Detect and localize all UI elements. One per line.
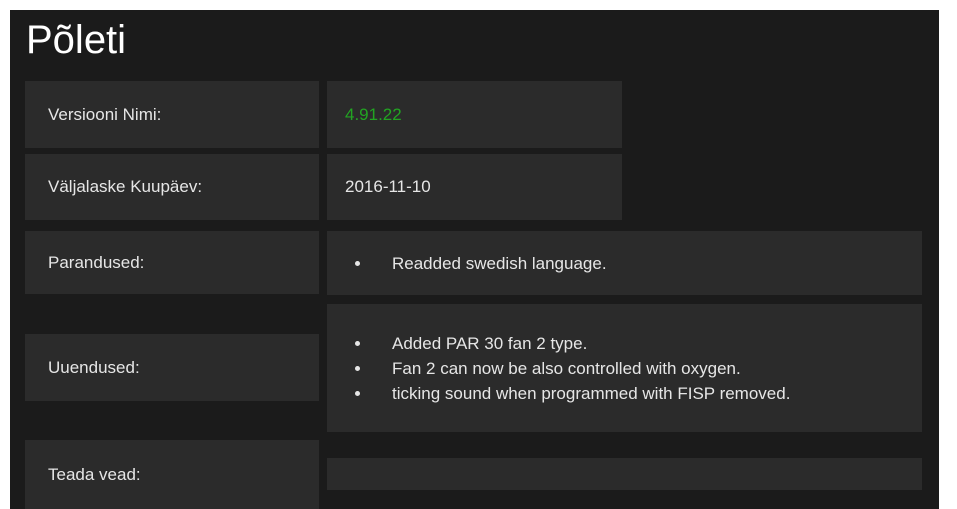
fixes-value: Readded swedish language. [327, 231, 922, 295]
list-item: ticking sound when programmed with FISP … [349, 381, 790, 406]
updates-list: Added PAR 30 fan 2 type. Fan 2 can now b… [349, 331, 790, 406]
list-item: Fan 2 can now be also controlled with ox… [349, 356, 790, 381]
fixes-list: Readded swedish language. [349, 251, 607, 276]
page-title: Põleti [26, 18, 127, 62]
version-label: Versiooni Nimi: [25, 81, 319, 148]
release-date-label: Väljalaske Kuupäev: [25, 154, 319, 220]
bullet-icon [355, 390, 360, 396]
version-value: 4.91.22 [327, 81, 622, 148]
updates-label: Uuendused: [25, 334, 319, 401]
known-bugs-value [327, 458, 922, 490]
release-date-value: 2016-11-10 [327, 154, 622, 220]
list-item-text: ticking sound when programmed with FISP … [392, 383, 791, 403]
list-item-text: Added PAR 30 fan 2 type. [392, 333, 588, 353]
updates-value: Added PAR 30 fan 2 type. Fan 2 can now b… [327, 304, 922, 432]
burner-info-panel: Põleti Versiooni Nimi: 4.91.22 Väljalask… [10, 10, 939, 509]
bullet-icon [355, 340, 360, 346]
bullet-icon [355, 365, 360, 371]
list-item: Readded swedish language. [349, 251, 607, 276]
list-item-text: Readded swedish language. [392, 253, 607, 273]
fixes-label: Parandused: [25, 231, 319, 294]
bullet-icon [355, 260, 360, 266]
known-bugs-label: Teada vead: [25, 440, 319, 509]
list-item-text: Fan 2 can now be also controlled with ox… [392, 358, 741, 378]
list-item: Added PAR 30 fan 2 type. [349, 331, 790, 356]
